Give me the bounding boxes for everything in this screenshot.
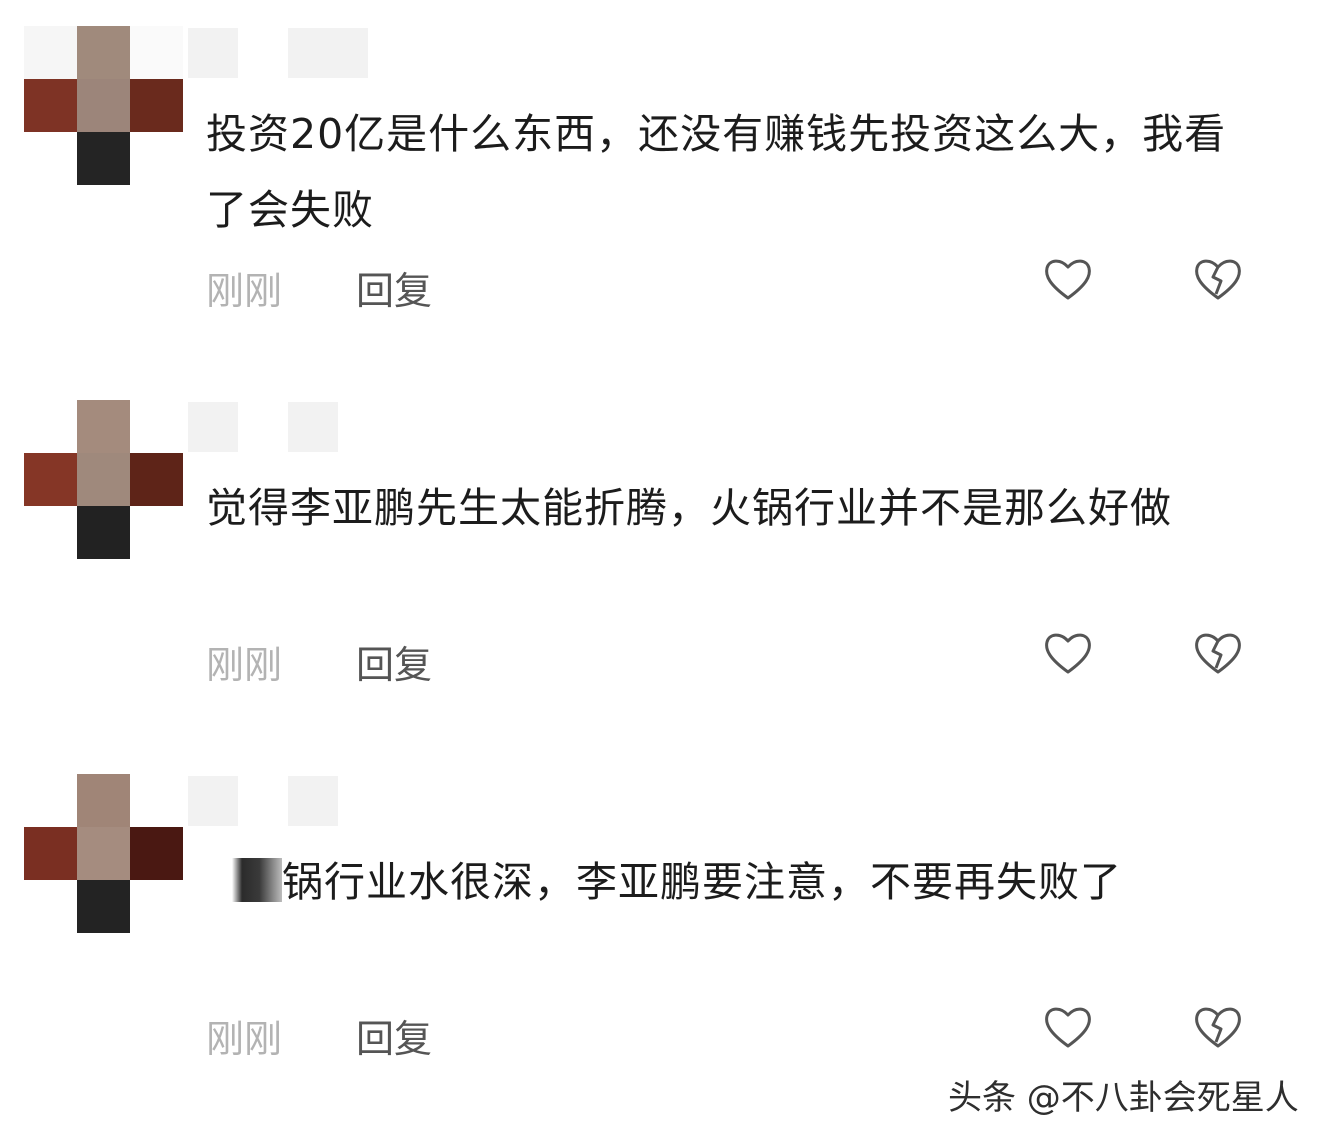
comment-meta: 刚刚 回复	[206, 1000, 1266, 1063]
username-obscured[interactable]	[188, 28, 448, 78]
timestamp: 刚刚	[206, 1017, 283, 1061]
reply-button[interactable]: 回复	[356, 260, 432, 315]
comment-item: 觉得李亚鹏先生太能折腾，火锅行业并不是那么好做 刚刚 回复	[0, 374, 1322, 746]
heart-icon[interactable]	[1040, 1000, 1096, 1056]
username-obscured[interactable]	[188, 402, 448, 452]
broken-heart-icon[interactable]	[1190, 1000, 1246, 1056]
avatar[interactable]	[24, 26, 184, 186]
heart-icon[interactable]	[1040, 252, 1096, 308]
comment-text: 觉得李亚鹏先生太能折腾，火锅行业并不是那么好做	[206, 484, 1172, 532]
comment-meta: 刚刚 回复	[206, 626, 1266, 689]
timestamp: 刚刚	[206, 269, 283, 313]
comment-text: 投资20亿是什么东西，还没有赚钱先投资这么大，我看了会失败	[206, 110, 1227, 234]
timestamp: 刚刚	[206, 643, 283, 687]
watermark: 头条 @不八卦会死星人	[948, 1078, 1299, 1118]
comment-item: 锅行业水很深，李亚鹏要注意，不要再失败了 刚刚 回复	[0, 748, 1322, 1120]
username-obscured[interactable]	[188, 776, 448, 826]
reply-button[interactable]: 回复	[356, 1008, 432, 1063]
broken-heart-icon[interactable]	[1190, 252, 1246, 308]
broken-heart-icon[interactable]	[1190, 626, 1246, 682]
avatar[interactable]	[24, 774, 184, 934]
comment-item: 投资20亿是什么东西，还没有赚钱先投资这么大，我看了会失败 刚刚 回复	[0, 0, 1322, 372]
avatar[interactable]	[24, 400, 184, 560]
reply-button[interactable]: 回复	[356, 634, 432, 689]
heart-icon[interactable]	[1040, 626, 1096, 682]
comment-text-body: 锅行业水很深，李亚鹏要注意，不要再失败了	[282, 858, 1122, 906]
redaction-smudge	[232, 858, 282, 902]
comment-meta: 刚刚 回复	[206, 252, 1266, 315]
comment-text: 锅行业水很深，李亚鹏要注意，不要再失败了	[232, 844, 1246, 920]
